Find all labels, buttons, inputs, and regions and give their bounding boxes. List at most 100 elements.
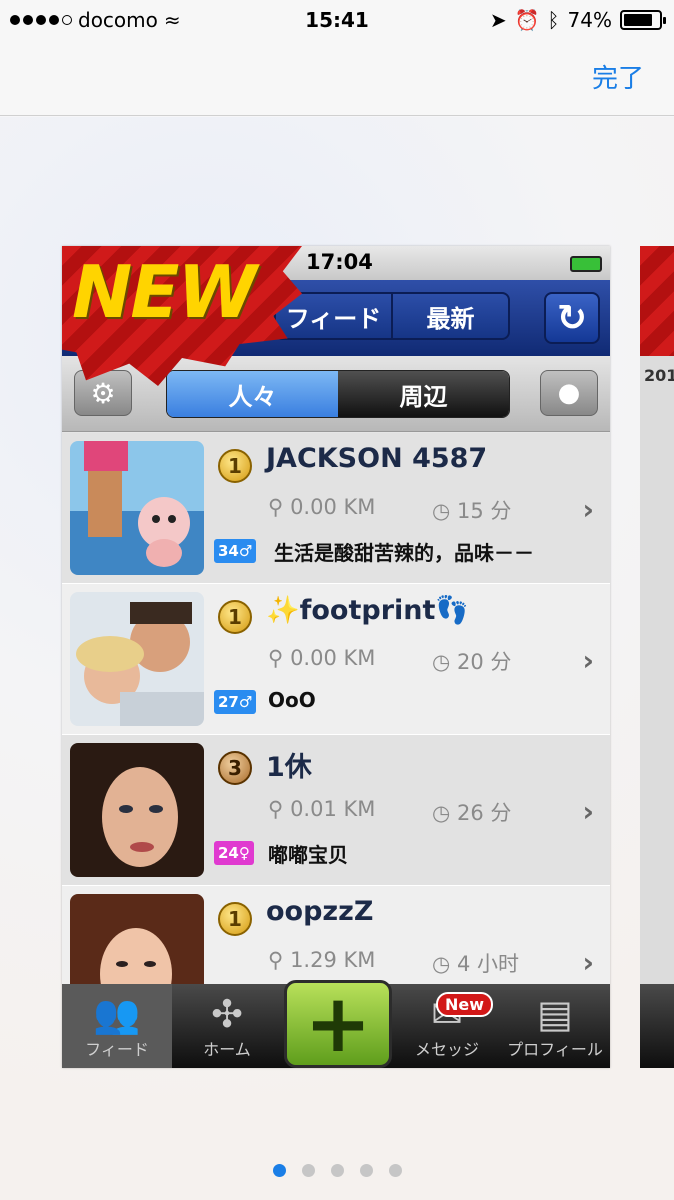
page-dot[interactable] bbox=[330, 1164, 344, 1177]
tab-people[interactable]: 人々 bbox=[167, 371, 338, 417]
distance-value: 0.00 KM bbox=[290, 646, 376, 670]
new-banner-text: NEW bbox=[72, 250, 257, 334]
time-ago-value: 4 小时 bbox=[457, 952, 520, 976]
time-ago: ◷ 20 分 bbox=[432, 646, 511, 676]
clock-icon: ◷ bbox=[432, 952, 457, 976]
tab-label: メセッジ bbox=[414, 1040, 479, 1059]
time-ago: ◷ 4 小时 bbox=[432, 948, 519, 978]
location-pin-icon: ⚲ bbox=[268, 797, 291, 821]
clock-icon: ◷ bbox=[432, 499, 457, 523]
age-gender-badge: 24♀ bbox=[214, 841, 254, 865]
location-pin-icon: ⚲ bbox=[268, 495, 291, 519]
user-meta: ⚲ 0.00 KM ◷ 15 分 bbox=[268, 495, 598, 525]
next-card-banner bbox=[640, 246, 674, 356]
user-name: JACKSON 4587 bbox=[266, 443, 488, 474]
tab-nearby[interactable]: 周辺 bbox=[338, 371, 509, 417]
page-dot[interactable] bbox=[301, 1164, 315, 1177]
alarm-icon: ⏰ bbox=[514, 8, 540, 32]
app-status-time: 17:04 bbox=[306, 250, 373, 274]
clock-icon: ◷ bbox=[432, 801, 457, 825]
age-gender-badge: 27♂ bbox=[214, 690, 257, 714]
feed-segment: フィード 最新 bbox=[274, 292, 510, 340]
distance-value: 0.00 KM bbox=[290, 495, 376, 519]
chevron-right-icon: › bbox=[582, 946, 594, 979]
distance: ⚲ 0.01 KM bbox=[268, 797, 375, 821]
time-ago-value: 15 分 bbox=[457, 499, 512, 523]
map-pin-icon: ● bbox=[557, 378, 581, 408]
list-item[interactable]: 3 1休 ⚲ 0.01 KM ◷ 26 分 › 24♀ 嘟嘟宝贝 bbox=[62, 735, 610, 886]
tab-feed-bottom[interactable]: 👥 フィード bbox=[62, 984, 172, 1068]
location-arrow-icon: ➤ bbox=[489, 8, 507, 32]
done-button[interactable]: 完了 bbox=[592, 58, 644, 95]
user-name: 1休 bbox=[266, 752, 312, 783]
bluetooth-icon: ᛒ bbox=[547, 8, 560, 32]
navigation-bar: 完了 bbox=[0, 38, 674, 116]
user-meta: ⚲ 0.00 KM ◷ 20 分 bbox=[268, 646, 598, 676]
chevron-right-icon: › bbox=[582, 644, 594, 677]
page-dot[interactable] bbox=[272, 1164, 286, 1177]
clock-icon: ◷ bbox=[432, 650, 457, 674]
distance-value: 0.01 KM bbox=[290, 797, 376, 821]
status-message: 嘟嘟宝贝 bbox=[268, 843, 348, 867]
page-indicator[interactable] bbox=[0, 1164, 674, 1177]
rank-medal: 1 bbox=[218, 902, 252, 936]
status-message: OoO bbox=[268, 688, 316, 712]
time-ago: ◷ 15 分 bbox=[432, 495, 511, 525]
avatar bbox=[70, 441, 204, 575]
tab-label: ホーム bbox=[203, 1040, 251, 1059]
next-card-tabbar bbox=[640, 984, 674, 1068]
battery-icon bbox=[620, 10, 666, 30]
user-name: ✨footprint👣 bbox=[266, 595, 470, 626]
distance: ⚲ 0.00 KM bbox=[268, 495, 375, 519]
app-battery-icon bbox=[570, 256, 602, 272]
status-message: 生活是酸甜苦辣的，品味－－ bbox=[274, 541, 534, 565]
user-list: 1 JACKSON 4587 ⚲ 0.00 KM ◷ 15 分 › 34♂ 生活… bbox=[62, 433, 610, 1037]
people-icon: 👥 bbox=[93, 992, 141, 1036]
time-ago-value: 26 分 bbox=[457, 801, 512, 825]
status-right: ➤ ⏰ ᛒ 74% bbox=[489, 8, 666, 32]
distance: ⚲ 1.29 KM bbox=[268, 948, 375, 972]
list-item[interactable]: 1 ✨footprint👣 ⚲ 0.00 KM ◷ 20 分 › 27♂ OoO bbox=[62, 584, 610, 735]
chevron-right-icon: › bbox=[582, 795, 594, 828]
page-dot[interactable] bbox=[388, 1164, 402, 1177]
rank-medal: 1 bbox=[218, 600, 252, 634]
tab-profile[interactable]: ▤ プロフィール bbox=[500, 984, 610, 1068]
chevron-right-icon: › bbox=[582, 493, 594, 526]
tab-label: フィード bbox=[85, 1040, 149, 1059]
filter-segment: 人々 周辺 bbox=[166, 370, 510, 418]
rank-medal: 3 bbox=[218, 751, 252, 785]
distance-value: 1.29 KM bbox=[290, 948, 376, 972]
location-pin-icon: ⚲ bbox=[268, 948, 291, 972]
new-message-badge: New bbox=[436, 992, 494, 1017]
page-dot[interactable] bbox=[359, 1164, 373, 1177]
add-post-button[interactable]: + bbox=[284, 980, 392, 1068]
next-card-label: 201 bbox=[644, 366, 674, 385]
time-ago: ◷ 26 分 bbox=[432, 797, 511, 827]
age-gender-badge: 34♂ bbox=[214, 539, 257, 563]
plus-icon: + bbox=[304, 977, 372, 1068]
time-ago-value: 20 分 bbox=[457, 650, 512, 674]
tab-label: プロフィール bbox=[507, 1040, 603, 1059]
battery-percent: 74% bbox=[567, 8, 612, 32]
app-screenshot-card[interactable]: 17:04 フィード 最新 ↻ NEW ⚙ 人々 周辺 ● 1 JACKSON … bbox=[62, 246, 610, 1068]
tab-latest[interactable]: 最新 bbox=[391, 294, 508, 338]
user-meta: ⚲ 1.29 KM ◷ 4 小时 bbox=[268, 948, 598, 978]
tab-feed[interactable]: フィード bbox=[276, 294, 391, 338]
next-screenshot-card[interactable]: 201 bbox=[640, 246, 674, 1068]
gear-icon: ⚙ bbox=[90, 376, 116, 410]
location-pin-icon: ⚲ bbox=[268, 646, 291, 670]
user-name: oopzzZ bbox=[266, 896, 374, 927]
distance: ⚲ 0.00 KM bbox=[268, 646, 375, 670]
settings-button[interactable]: ⚙ bbox=[74, 370, 132, 416]
refresh-button[interactable]: ↻ bbox=[544, 292, 600, 344]
list-item[interactable]: 1 JACKSON 4587 ⚲ 0.00 KM ◷ 15 分 › 34♂ 生活… bbox=[62, 433, 610, 584]
refresh-icon: ↻ bbox=[556, 297, 588, 339]
ios-status-bar: docomo ≈ 15:41 ➤ ⏰ ᛒ 74% bbox=[0, 0, 674, 38]
rank-medal: 1 bbox=[218, 449, 252, 483]
user-meta: ⚲ 0.01 KM ◷ 26 分 bbox=[268, 797, 598, 827]
profile-card-icon: ▤ bbox=[537, 992, 573, 1036]
puzzle-icon: ✣ bbox=[211, 992, 243, 1036]
avatar bbox=[70, 592, 204, 726]
tab-home[interactable]: ✣ ホーム bbox=[172, 984, 282, 1068]
location-button[interactable]: ● bbox=[540, 370, 598, 416]
